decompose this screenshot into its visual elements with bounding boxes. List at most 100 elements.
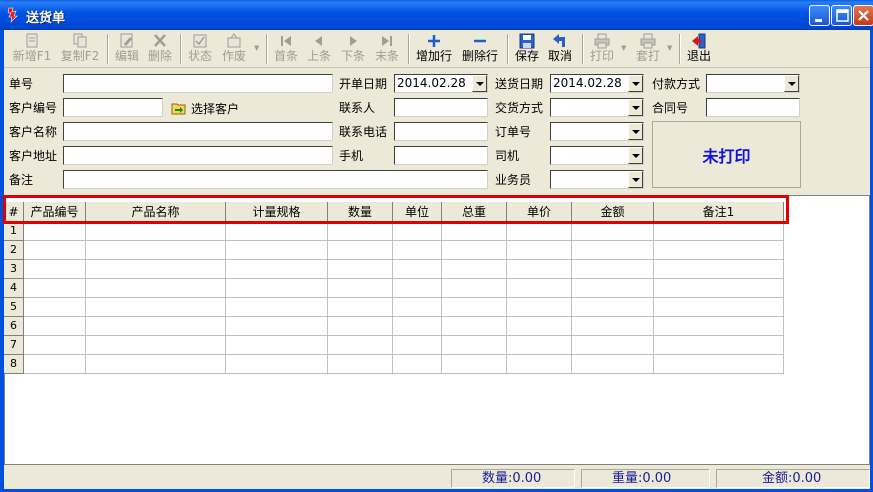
cell[interactable] <box>507 260 572 279</box>
column-header-product-name[interactable]: 产品名称 <box>86 202 226 222</box>
delete-row-button[interactable]: 删除行 <box>460 32 500 66</box>
delivery-method-select[interactable] <box>550 98 644 117</box>
row-number[interactable]: 3 <box>4 260 24 279</box>
cell[interactable] <box>328 355 393 374</box>
cell[interactable] <box>24 336 86 355</box>
status-button[interactable]: 状态 <box>185 32 215 66</box>
cell[interactable] <box>86 241 226 260</box>
prev-record-button[interactable]: 上条 <box>304 32 334 66</box>
chevron-down-icon[interactable] <box>784 75 799 92</box>
cell[interactable] <box>226 336 328 355</box>
cell[interactable] <box>442 336 507 355</box>
cell[interactable] <box>86 279 226 298</box>
cell[interactable] <box>86 298 226 317</box>
cell[interactable] <box>226 241 328 260</box>
cell[interactable] <box>393 222 442 241</box>
maximize-button[interactable] <box>831 5 852 26</box>
row-number[interactable]: 4 <box>4 279 24 298</box>
cell[interactable] <box>572 298 654 317</box>
cell[interactable] <box>572 279 654 298</box>
cell[interactable] <box>507 222 572 241</box>
cell[interactable] <box>393 260 442 279</box>
minimize-button[interactable] <box>809 5 830 26</box>
copy-button[interactable]: 复制F2 <box>60 32 100 66</box>
void-dropdown-arrow[interactable]: ▼ <box>254 45 261 52</box>
open-date-picker[interactable]: 2014.02.28 <box>394 74 488 93</box>
cell[interactable] <box>24 298 86 317</box>
cell[interactable] <box>24 241 86 260</box>
chevron-down-icon[interactable] <box>628 123 643 140</box>
cell[interactable] <box>226 298 328 317</box>
cell[interactable] <box>654 279 784 298</box>
cell[interactable] <box>572 355 654 374</box>
table-row[interactable]: 6 <box>4 317 784 336</box>
cell[interactable] <box>24 222 86 241</box>
cell[interactable] <box>654 241 784 260</box>
template-print-button[interactable]: 套打 <box>633 32 663 66</box>
delivery-date-picker[interactable]: 2014.02.28 <box>550 74 644 93</box>
cell[interactable] <box>572 241 654 260</box>
cell[interactable] <box>654 260 784 279</box>
cell[interactable] <box>572 336 654 355</box>
table-row[interactable]: 3 <box>4 260 784 279</box>
cell[interactable] <box>328 336 393 355</box>
cell[interactable] <box>393 317 442 336</box>
cell[interactable] <box>86 355 226 374</box>
cell[interactable] <box>226 317 328 336</box>
cell[interactable] <box>654 336 784 355</box>
print-button[interactable]: 打印 <box>587 32 617 66</box>
cell[interactable] <box>86 222 226 241</box>
row-number[interactable]: 8 <box>4 355 24 374</box>
cell[interactable] <box>328 222 393 241</box>
delete-button[interactable]: 删除 <box>145 32 175 66</box>
cell[interactable] <box>442 298 507 317</box>
payment-select[interactable] <box>706 74 800 93</box>
cell[interactable] <box>393 355 442 374</box>
cell[interactable] <box>654 317 784 336</box>
next-record-button[interactable]: 下条 <box>338 32 368 66</box>
cell[interactable] <box>86 336 226 355</box>
order-no-field[interactable] <box>63 74 333 93</box>
cell[interactable] <box>226 355 328 374</box>
cell[interactable] <box>328 298 393 317</box>
remark-field[interactable] <box>63 170 488 189</box>
row-number[interactable]: 5 <box>4 298 24 317</box>
order-ref-select[interactable] <box>550 122 644 141</box>
cell[interactable] <box>226 279 328 298</box>
last-record-button[interactable]: 末条 <box>372 32 402 66</box>
cell[interactable] <box>442 317 507 336</box>
customer-name-field[interactable] <box>63 122 333 141</box>
row-number[interactable]: 2 <box>4 241 24 260</box>
driver-select[interactable] <box>550 146 644 165</box>
new-button[interactable]: 新增F1 <box>12 32 52 66</box>
cell[interactable] <box>507 279 572 298</box>
table-row[interactable]: 7 <box>4 336 784 355</box>
cell[interactable] <box>507 317 572 336</box>
cell[interactable] <box>86 260 226 279</box>
edit-button[interactable]: 编辑 <box>112 32 142 66</box>
cell[interactable] <box>572 260 654 279</box>
chevron-down-icon[interactable] <box>472 75 487 92</box>
first-record-button[interactable]: 首条 <box>271 32 301 66</box>
chevron-down-icon[interactable] <box>628 147 643 164</box>
print-dropdown-arrow[interactable]: ▼ <box>621 45 628 52</box>
column-header-remark1[interactable]: 备注1 <box>654 202 784 222</box>
cell[interactable] <box>654 298 784 317</box>
cell[interactable] <box>393 279 442 298</box>
cell[interactable] <box>572 317 654 336</box>
column-header-index[interactable]: # <box>4 202 24 222</box>
void-button[interactable]: 作废 <box>219 32 249 66</box>
customer-code-field[interactable] <box>63 98 163 117</box>
cell[interactable] <box>442 355 507 374</box>
cell[interactable] <box>393 241 442 260</box>
cancel-button[interactable]: 取消 <box>545 32 575 66</box>
cell[interactable] <box>654 222 784 241</box>
table-row[interactable]: 1 <box>4 222 784 241</box>
cell[interactable] <box>24 260 86 279</box>
add-row-button[interactable]: 增加行 <box>414 32 454 66</box>
select-customer-button[interactable]: 选择客户 <box>171 99 239 117</box>
cell[interactable] <box>24 279 86 298</box>
cell[interactable] <box>24 317 86 336</box>
cell[interactable] <box>393 336 442 355</box>
column-header-spec[interactable]: 计量规格 <box>226 202 328 222</box>
